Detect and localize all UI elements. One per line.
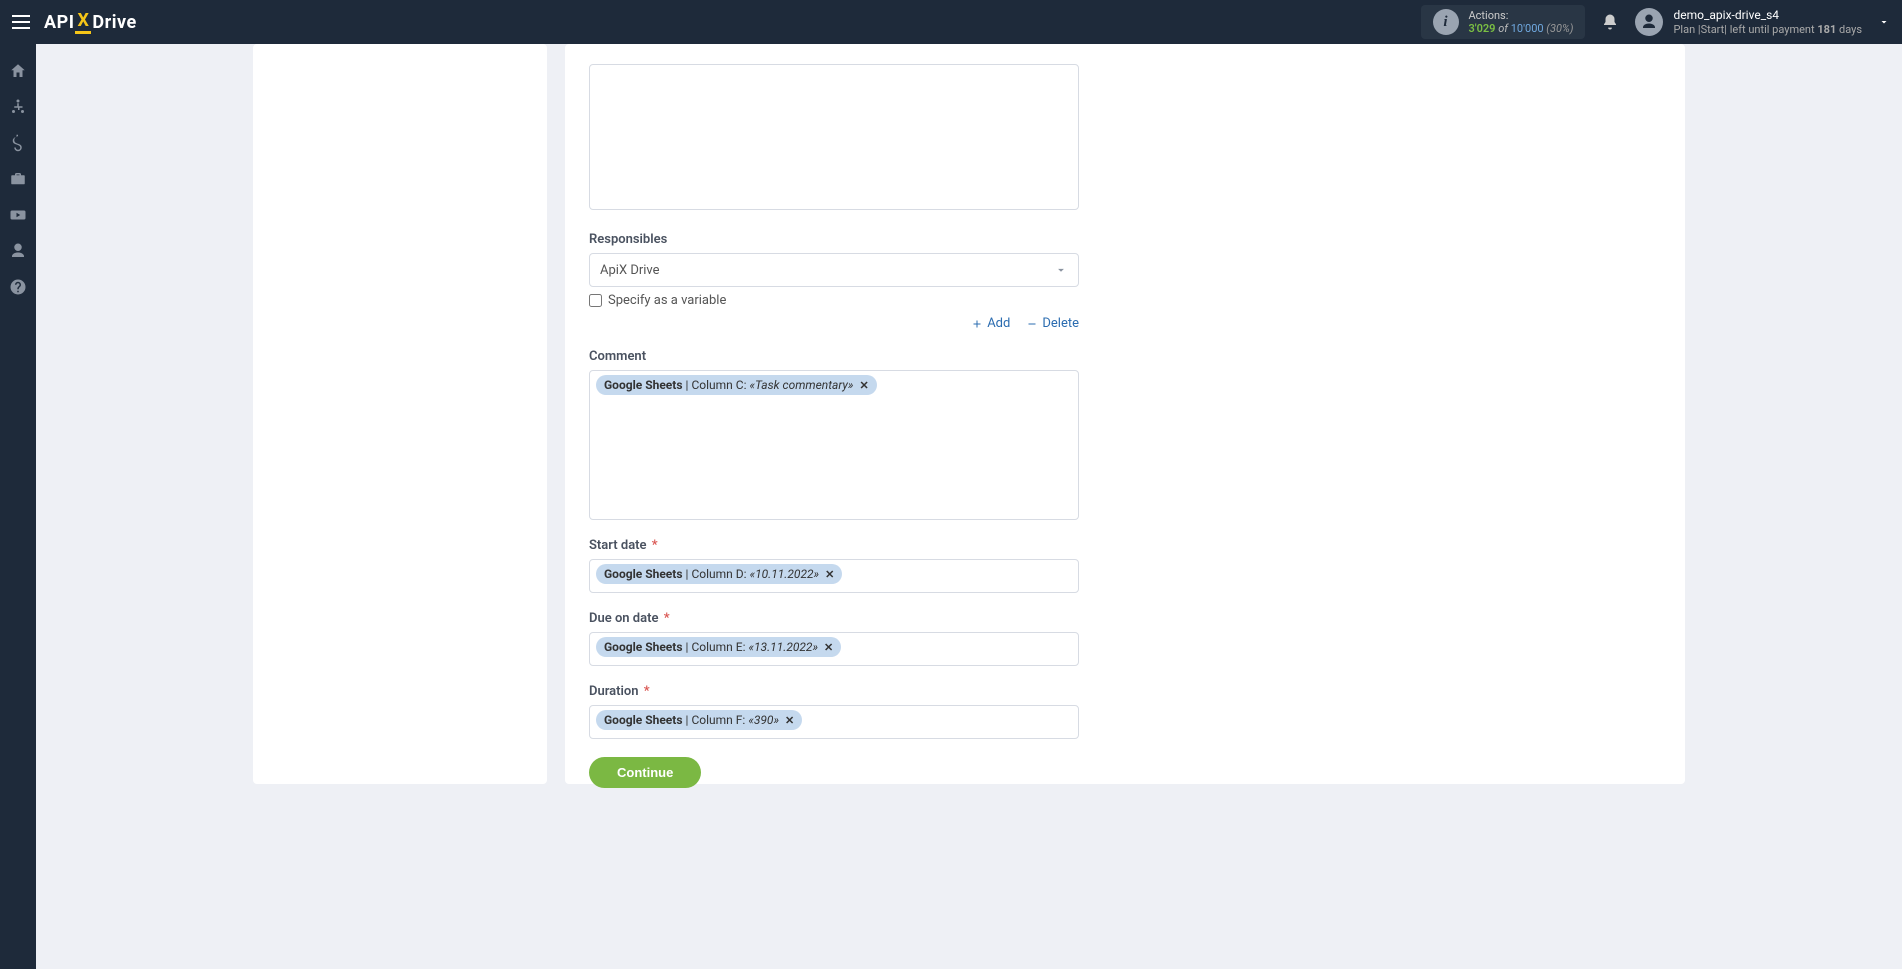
due-date-label: Due on date *: [589, 611, 1661, 626]
start-date-input[interactable]: Google Sheets | Column D: «10.11.2022» ✕: [589, 559, 1079, 593]
duration-label: Duration *: [589, 684, 1661, 699]
chevron-down-icon: [1878, 13, 1890, 32]
minus-icon: [1026, 318, 1038, 330]
responsibles-checkbox-label: Specify as a variable: [608, 293, 726, 308]
logo-x: X: [75, 10, 91, 34]
duration-tag: Google Sheets | Column F: «390» ✕: [596, 710, 802, 730]
sidebar-user[interactable]: [0, 242, 36, 260]
start-date-tag: Google Sheets | Column D: «10.11.2022» ✕: [596, 564, 842, 584]
avatar: [1635, 8, 1663, 36]
plus-icon: [971, 318, 983, 330]
start-date-label: Start date *: [589, 538, 1661, 553]
field-group-comment: Comment Google Sheets | Column C: «Task …: [589, 349, 1661, 520]
field-group-responsibles: Responsibles ApiX Drive Specify as a var…: [589, 232, 1661, 331]
due-date-tag-remove[interactable]: ✕: [824, 641, 833, 654]
logo-api: API: [44, 12, 74, 33]
info-icon: i: [1433, 9, 1459, 35]
duration-tag-remove[interactable]: ✕: [785, 714, 794, 727]
user-info: demo_apix-drive_s4 Plan |Start| left unt…: [1673, 8, 1862, 36]
due-date-input[interactable]: Google Sheets | Column E: «13.11.2022» ✕: [589, 632, 1079, 666]
actions-label: Actions:: [1469, 9, 1574, 22]
main-wrap: Responsibles ApiX Drive Specify as a var…: [0, 44, 1902, 969]
topbar-left: APIXDrive: [12, 10, 137, 34]
left-panel: [253, 44, 547, 784]
user-name: demo_apix-drive_s4: [1673, 8, 1862, 22]
start-date-tag-remove[interactable]: ✕: [825, 568, 834, 581]
field-group-textarea-top: [589, 64, 1661, 214]
add-link[interactable]: Add: [971, 316, 1010, 331]
responsibles-checkbox[interactable]: [589, 294, 602, 307]
columns: Responsibles ApiX Drive Specify as a var…: [229, 44, 1709, 969]
topbar: APIXDrive i Actions: 3'029 of 10'000 (30…: [0, 0, 1902, 44]
sidebar-briefcase[interactable]: [0, 170, 36, 188]
bell-icon[interactable]: [1601, 13, 1619, 31]
actions-numbers: 3'029 of 10'000 (30%): [1469, 22, 1574, 35]
comment-input[interactable]: Google Sheets | Column C: «Task commenta…: [589, 370, 1079, 520]
responsibles-value: ApiX Drive: [600, 263, 660, 278]
continue-button[interactable]: Continue: [589, 757, 701, 788]
user-plan: Plan |Start| left until payment 181 days: [1673, 23, 1862, 36]
due-date-tag: Google Sheets | Column E: «13.11.2022» ✕: [596, 637, 841, 657]
add-delete-row: Add Delete: [589, 316, 1079, 331]
chevron-down-icon: [1054, 263, 1068, 277]
menu-icon[interactable]: [12, 11, 34, 33]
sidebar-connections[interactable]: [0, 98, 36, 116]
duration-input[interactable]: Google Sheets | Column F: «390» ✕: [589, 705, 1079, 739]
delete-link[interactable]: Delete: [1026, 316, 1079, 331]
comment-tag: Google Sheets | Column C: «Task commenta…: [596, 375, 877, 395]
sidebar-video[interactable]: [0, 206, 36, 224]
comment-label: Comment: [589, 349, 1661, 364]
field-group-start-date: Start date * Google Sheets | Column D: «…: [589, 538, 1661, 593]
topbar-right: i Actions: 3'029 of 10'000 (30%) demo_ap…: [1421, 5, 1891, 39]
responsibles-label: Responsibles: [589, 232, 1661, 247]
logo-drive: Drive: [92, 12, 136, 33]
textarea-top[interactable]: [589, 64, 1079, 210]
logo[interactable]: APIXDrive: [44, 10, 137, 34]
right-panel: Responsibles ApiX Drive Specify as a var…: [565, 44, 1685, 784]
actions-box[interactable]: i Actions: 3'029 of 10'000 (30%): [1421, 5, 1586, 39]
field-group-due-date: Due on date * Google Sheets | Column E: …: [589, 611, 1661, 666]
user-area[interactable]: demo_apix-drive_s4 Plan |Start| left unt…: [1635, 8, 1890, 36]
content: Responsibles ApiX Drive Specify as a var…: [36, 44, 1902, 969]
responsibles-select[interactable]: ApiX Drive: [589, 253, 1079, 287]
comment-tag-remove[interactable]: ✕: [859, 379, 868, 392]
responsibles-checkbox-row: Specify as a variable: [589, 293, 1661, 308]
sidebar-billing[interactable]: [0, 134, 36, 152]
sidebar-home[interactable]: [0, 62, 36, 80]
sidebar-help[interactable]: [0, 278, 36, 296]
field-group-duration: Duration * Google Sheets | Column F: «39…: [589, 684, 1661, 739]
actions-text: Actions: 3'029 of 10'000 (30%): [1469, 9, 1574, 35]
sidebar: [0, 44, 36, 969]
